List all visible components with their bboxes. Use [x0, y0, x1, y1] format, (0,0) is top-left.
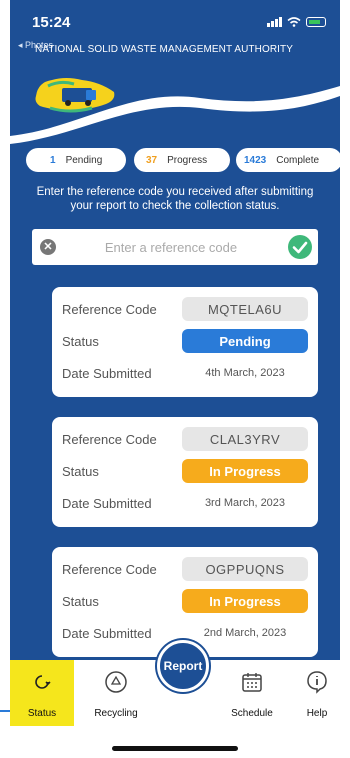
reference-code-input[interactable] — [66, 235, 276, 259]
tab-help[interactable]: Help — [294, 660, 340, 726]
status-badge: In Progress — [182, 589, 308, 613]
pending-count: 1 — [50, 154, 56, 166]
clear-icon[interactable]: ✕ — [40, 239, 56, 255]
authority-title: NATIONAL SOLID WASTE MANAGEMENT AUTHORIT… — [35, 44, 294, 55]
status-icons — [267, 17, 326, 27]
status-row: Status In Progress — [62, 459, 312, 483]
report-card[interactable]: Reference Code MQTELA6U Status Pending D… — [52, 287, 318, 397]
reference-label: Reference Code — [62, 561, 157, 577]
home-indicator-area — [10, 726, 340, 758]
signal-icon — [267, 17, 282, 27]
report-card[interactable]: Reference Code CLAL3YRV Status In Progre… — [52, 417, 318, 527]
tab-schedule[interactable]: Schedule — [222, 660, 282, 726]
report-button[interactable]: Report — [157, 640, 209, 692]
date-row: Date Submitted 4th March, 2023 — [62, 361, 312, 385]
home-indicator[interactable] — [112, 746, 238, 751]
progress-counter: 37 Progress — [134, 148, 230, 172]
tab-status-label: Status — [27, 708, 57, 719]
complete-count: 1423 — [244, 154, 267, 166]
reference-row: Reference Code CLAL3YRV — [62, 427, 312, 451]
battery-icon — [306, 17, 326, 27]
reference-code-value: CLAL3YRV — [182, 427, 308, 451]
tab-recycling-label: Recycling — [94, 708, 138, 719]
status-row: Status Pending — [62, 329, 312, 353]
tab-recycling[interactable]: Recycling — [86, 660, 146, 726]
refresh-status-icon — [35, 675, 51, 689]
status-badge: In Progress — [182, 459, 308, 483]
complete-counter: 1423 Complete — [236, 148, 340, 172]
reference-row: Reference Code MQTELA6U — [62, 297, 312, 321]
pending-counter-label: Pending — [65, 154, 103, 166]
wifi-icon — [287, 17, 301, 27]
status-label: Status — [62, 463, 99, 479]
complete-counter-label: Complete — [276, 154, 320, 166]
tab-schedule-label: Schedule — [231, 708, 273, 719]
pending-counter: 1 Pending — [26, 148, 126, 172]
status-badge: Pending — [182, 329, 308, 353]
submit-check-icon[interactable] — [288, 235, 312, 259]
status-label: Status — [62, 593, 99, 609]
app-screen: 15:24 ◂ Photos NATIONAL SOLID WASTE MANA… — [10, 0, 340, 758]
reference-code-value: MQTELA6U — [182, 297, 308, 321]
tab-status[interactable]: Status — [10, 660, 74, 726]
reference-label: Reference Code — [62, 301, 157, 317]
status-label: Status — [62, 333, 99, 349]
status-bar: 15:24 — [10, 0, 340, 40]
divider-line — [0, 710, 10, 712]
tab-help-label: Help — [306, 708, 328, 719]
reference-code-value: OGPPUQNS — [182, 557, 308, 581]
date-label: Date Submitted — [62, 625, 152, 641]
date-value: 2nd March, 2023 — [203, 627, 287, 639]
status-counters: 1 Pending 37 Progress 1423 Complete — [26, 148, 340, 172]
date-label: Date Submitted — [62, 365, 152, 381]
reference-search-bar: ✕ — [32, 229, 318, 265]
date-label: Date Submitted — [62, 495, 152, 511]
nswma-logo — [35, 78, 115, 113]
progress-counter-label: Progress — [167, 154, 208, 166]
help-info-icon — [307, 671, 327, 694]
reference-row: Reference Code OGPPUQNS — [62, 557, 312, 581]
status-row: Status In Progress — [62, 589, 312, 613]
calendar-icon — [242, 673, 262, 692]
date-value: 4th March, 2023 — [205, 367, 285, 379]
date-row: Date Submitted 3rd March, 2023 — [62, 491, 312, 515]
reference-label: Reference Code — [62, 431, 157, 447]
recycle-icon — [105, 671, 127, 693]
instruction-text: Enter the reference code you received af… — [36, 186, 314, 212]
progress-count: 37 — [146, 154, 158, 166]
clock: 15:24 — [32, 14, 71, 31]
date-value: 3rd March, 2023 — [204, 497, 286, 509]
